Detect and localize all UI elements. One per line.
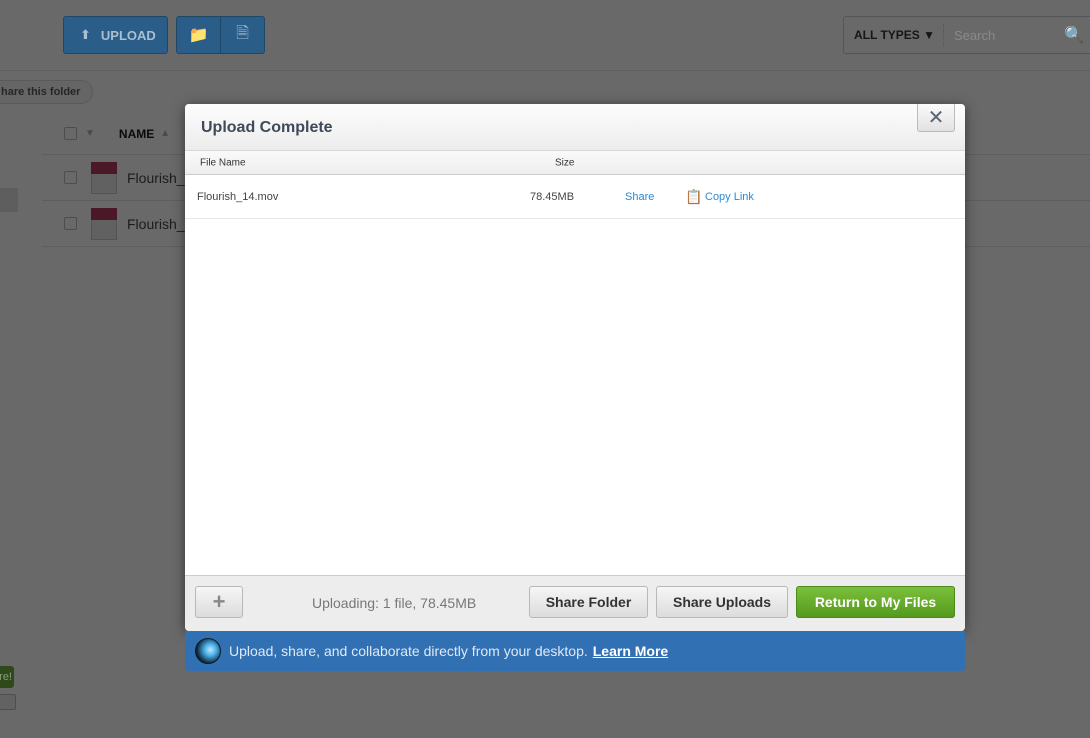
share-this-folder-button[interactable]: hare this folder bbox=[0, 80, 94, 104]
upload-status: Uploading: 1 file, 78.45MB bbox=[312, 595, 477, 611]
desktop-app-logo-icon bbox=[195, 638, 221, 664]
row-checkbox[interactable] bbox=[64, 171, 77, 184]
upload-icon: ⬆ bbox=[80, 27, 91, 42]
video-file-icon bbox=[91, 207, 117, 240]
share-folder-button[interactable]: Share Folder bbox=[529, 586, 648, 618]
learn-more-link[interactable]: Learn More bbox=[593, 643, 668, 659]
search-icon[interactable]: 🔍 bbox=[1064, 25, 1084, 45]
select-all-checkbox[interactable] bbox=[64, 127, 77, 140]
plus-icon: + bbox=[212, 589, 226, 614]
row-checkbox[interactable] bbox=[64, 217, 77, 230]
search-bar: ALL TYPES ▼ 🔍 bbox=[843, 16, 1090, 54]
new-file-button[interactable]: 🗎 bbox=[221, 17, 264, 53]
copy-link[interactable]: Copy Link bbox=[705, 191, 754, 203]
sidebar-item[interactable] bbox=[0, 188, 18, 212]
dialog-title: Upload Complete bbox=[201, 119, 333, 136]
share-uploads-button[interactable]: Share Uploads bbox=[656, 586, 788, 618]
upload-complete-dialog: Upload Complete ✕ File Name Size Flouris… bbox=[185, 104, 965, 631]
file-row: Flourish_14.mov 78.45MB Share 📋 Copy Lin… bbox=[185, 175, 965, 219]
upload-button[interactable]: ⬆ UPLOAD bbox=[63, 16, 168, 54]
file-table-header: File Name Size bbox=[185, 151, 965, 175]
chevron-down-icon[interactable]: ▼ bbox=[85, 128, 95, 139]
divider bbox=[0, 70, 1090, 71]
promo-badge[interactable]: re! bbox=[0, 666, 14, 688]
folder-plus-icon: 📁 bbox=[188, 27, 209, 44]
share-link[interactable]: Share bbox=[625, 191, 654, 203]
add-files-button[interactable]: + bbox=[195, 586, 243, 618]
clipboard-icon: 📋 bbox=[685, 188, 703, 204]
name-column-header[interactable]: NAME bbox=[119, 127, 154, 141]
sort-asc-icon: ▲ bbox=[160, 128, 171, 139]
new-folder-button[interactable]: 📁 bbox=[177, 17, 221, 53]
video-file-icon bbox=[91, 161, 117, 194]
return-to-my-files-button[interactable]: Return to My Files bbox=[796, 586, 955, 618]
type-filter-dropdown[interactable]: ALL TYPES ▼ bbox=[844, 24, 945, 46]
close-button[interactable]: ✕ bbox=[917, 104, 955, 132]
sidebar-button[interactable] bbox=[0, 694, 16, 710]
close-icon: ✕ bbox=[927, 107, 945, 129]
file-plus-icon: 🗎 bbox=[236, 24, 249, 42]
search-input[interactable] bbox=[954, 27, 1065, 43]
desktop-app-banner: Upload, share, and collaborate directly … bbox=[185, 631, 965, 671]
